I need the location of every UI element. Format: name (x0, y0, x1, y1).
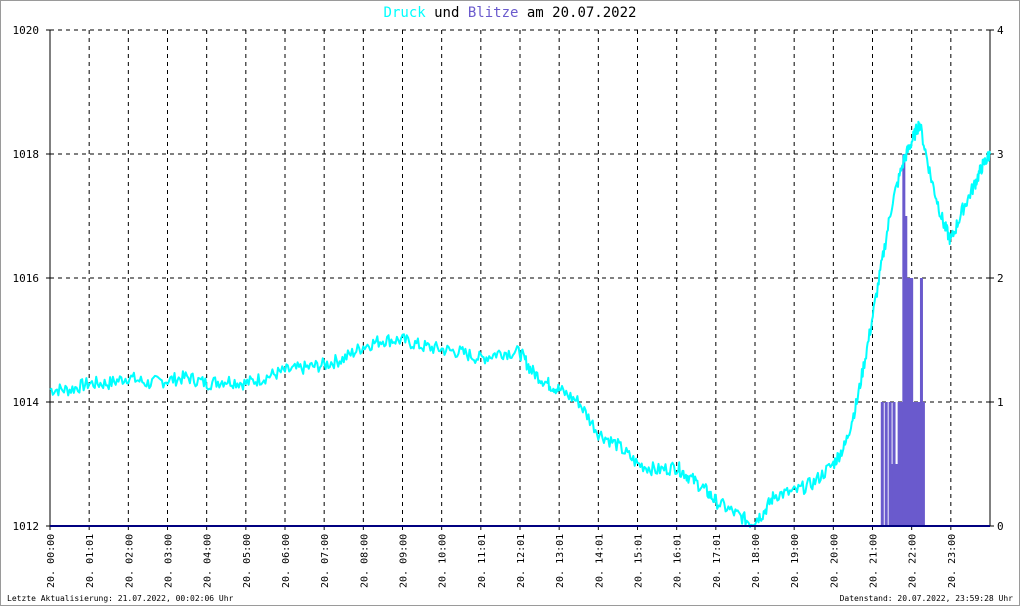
x-tick-label: 20. 07:00 (320, 534, 331, 588)
x-tick-label: 20. 17:01 (712, 534, 723, 588)
lightning-bar (884, 402, 888, 526)
x-tick-label: 20. 16:01 (673, 534, 684, 588)
chart-svg: 1012 1014 1016 1018 1020 0 1 2 3 4 20. 00:00 20. 01… (13, 24, 1005, 588)
x-tick-label: 20. 15:01 (634, 534, 645, 588)
y-left-tick-label: 1018 (13, 148, 40, 161)
y-right-tick-label: 3 (997, 148, 1004, 161)
lightning-bar (921, 402, 925, 526)
x-tick-label: 20. 19:00 (790, 534, 801, 588)
x-tick-label: 20. 11:01 (477, 534, 488, 588)
x-tick-label: 20. 01:01 (85, 534, 96, 588)
y-right-tick-label: 2 (997, 272, 1004, 285)
x-tick-label: 20. 14:01 (594, 534, 605, 588)
footer-last-update: Letzte Aktualisierung: 21.07.2022, 00:02… (7, 594, 234, 603)
x-tick-label: 20. 13:01 (555, 534, 566, 588)
x-tick-label: 20. 22:00 (908, 534, 919, 588)
y-right-tick-label: 0 (997, 520, 1004, 533)
x-tick-label: 20. 02:00 (124, 534, 135, 588)
y-left-tick-label: 1012 (13, 520, 40, 533)
x-tick-label: 20. 12:01 (516, 534, 527, 588)
x-tick-label: 20. 18:00 (751, 534, 762, 588)
x-tick-label: 20. 04:00 (203, 534, 214, 588)
x-tick-label: 20. 10:00 (438, 534, 449, 588)
x-tick-label: 20. 00:00 (46, 534, 57, 588)
y-left-tick-label: 1016 (13, 272, 40, 285)
x-tick-label: 20. 05:00 (242, 534, 253, 588)
x-tick-label: 20. 20:00 (829, 534, 840, 588)
chart-page: Druck und Blitze am 20.07.2022 1012 1014 1… (0, 0, 1020, 606)
y-left-tick-label: 1020 (13, 24, 40, 37)
x-tick-label: 20. 08:00 (359, 534, 370, 588)
lightning-bar (897, 402, 901, 526)
x-tick-label: 20. 21:00 (869, 534, 880, 588)
lightning-bar (880, 402, 884, 526)
y-right-tick-label: 1 (997, 396, 1004, 409)
x-tick-label: 20. 06:00 (281, 534, 292, 588)
y-left-tick-label: 1014 (13, 396, 40, 409)
lightning-bar (892, 402, 896, 526)
y-right-tick-label: 4 (997, 24, 1004, 37)
x-tick-label: 20. 23:00 (947, 534, 958, 588)
x-tick-label: 20. 03:00 (164, 534, 175, 588)
x-tick-label: 20. 09:00 (399, 534, 410, 588)
footer-data-status: Datenstand: 20.07.2022, 23:59:28 Uhr (839, 594, 1013, 603)
